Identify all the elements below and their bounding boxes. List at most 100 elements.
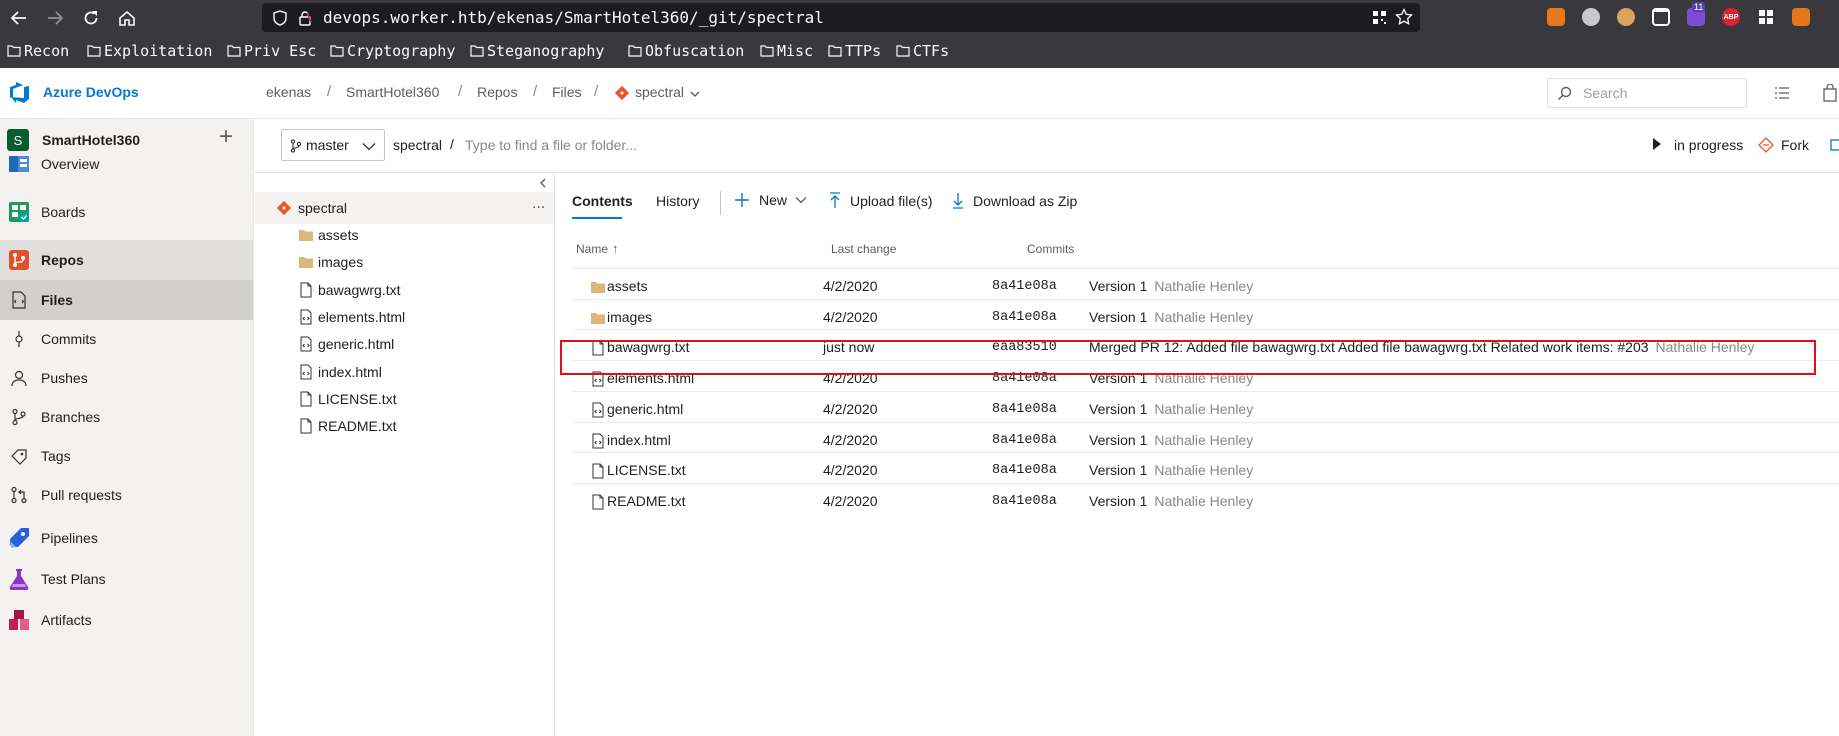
sidebar-item-label: Files [41, 292, 73, 308]
bookmark-exploitation[interactable]: Exploitation [87, 42, 212, 60]
sidebar-item-boards[interactable]: Boards [0, 192, 253, 232]
chevron-down-icon[interactable] [690, 90, 700, 98]
wappalyzer-extension-icon[interactable] [1617, 8, 1635, 26]
sidebar-item-overview[interactable]: Overview [0, 144, 253, 184]
tab-history[interactable]: History [656, 193, 700, 209]
commits-icon [10, 330, 28, 348]
breadcrumb-files[interactable]: Files [552, 84, 582, 100]
sort-ascending-icon[interactable]: ↑ [612, 241, 619, 256]
sidebar-item-test-plans[interactable]: Test Plans [0, 559, 253, 599]
sidebar-item-label: Test Plans [41, 571, 106, 587]
tree-item-label: elements.html [318, 308, 406, 325]
tree-item[interactable]: README.txt [255, 410, 554, 442]
pipelines-icon [8, 527, 30, 549]
commit-id-link[interactable]: 8a41e08a [992, 463, 1057, 478]
column-header-name[interactable]: Name [576, 242, 608, 256]
find-file-input[interactable]: Type to find a file or folder... [465, 137, 637, 153]
metamask-extension-icon[interactable] [1792, 8, 1810, 26]
sidebar-item-pipelines[interactable]: Pipelines [0, 518, 253, 558]
commit-message-link[interactable]: Version 1 Nathalie Henley [1089, 432, 1253, 448]
bookmark-cryptography[interactable]: Cryptography [330, 42, 455, 60]
top-bar: Azure DevOps ekenas / SmartHotel360 / Re… [0, 68, 1839, 119]
search-input[interactable]: Search [1547, 78, 1747, 108]
commit-message-link[interactable]: Version 1 Nathalie Henley [1089, 309, 1253, 325]
sidebar-item-artifacts[interactable]: Artifacts [0, 600, 253, 640]
breadcrumb-repos[interactable]: Repos [477, 84, 517, 100]
bookmark-ctfs[interactable]: CTFs [896, 42, 949, 60]
breadcrumb-org[interactable]: ekenas [266, 84, 311, 100]
breadcrumb-project[interactable]: SmartHotel360 [346, 84, 439, 100]
upload-files-button[interactable]: Upload file(s) [829, 192, 932, 209]
play-icon [1652, 138, 1662, 150]
clone-icon[interactable] [1830, 137, 1839, 153]
back-arrow-icon[interactable] [7, 6, 31, 30]
file-name-link[interactable]: index.html [607, 432, 671, 448]
cookie-extension-icon[interactable] [1582, 8, 1600, 26]
fork-button[interactable]: Fork [1781, 137, 1809, 153]
breadcrumb-repo[interactable]: spectral [635, 84, 684, 100]
commit-message-link[interactable]: Version 1 Nathalie Henley [1089, 462, 1253, 478]
fox-extension-icon[interactable] [1547, 8, 1565, 26]
adblock-extension-icon[interactable]: ABP [1722, 8, 1740, 26]
tab-contents[interactable]: Contents [572, 193, 633, 209]
path-repo[interactable]: spectral [393, 137, 442, 153]
commit-message-link[interactable]: Version 1 Nathalie Henley [1089, 278, 1253, 294]
new-button[interactable]: New [734, 192, 807, 208]
sidebar-item-commits[interactable]: Commits [0, 319, 253, 359]
sidebar-item-repos[interactable]: Repos [0, 240, 253, 280]
sidebar: S SmartHotel360 + Overview Boards Repos … [0, 119, 254, 736]
tab-underline [572, 217, 622, 219]
table-row[interactable]: README.txt 4/2/2020 8a41e08a Version 1 Natha… [572, 482, 1839, 519]
bookmark-obfuscation[interactable]: Obfuscation [628, 42, 744, 60]
list-settings-icon[interactable] [1774, 86, 1790, 100]
clipboard-extension-icon[interactable] [1652, 8, 1670, 26]
bookmark-star-icon[interactable] [1395, 8, 1413, 26]
commit-id-link[interactable]: 8a41e08a [992, 494, 1057, 509]
commit-message-link[interactable]: Version 1 Nathalie Henley [1089, 493, 1253, 509]
bookmark-steganography[interactable]: Steganography [470, 42, 604, 60]
commit-message-link[interactable]: Version 1 Nathalie Henley [1089, 401, 1253, 417]
folder-icon [7, 45, 21, 57]
sidebar-item-branches[interactable]: Branches [0, 397, 253, 437]
more-options-icon[interactable]: ... [532, 195, 545, 213]
commit-id-link[interactable]: 8a41e08a [992, 433, 1057, 448]
brand-title[interactable]: Azure DevOps [43, 84, 139, 100]
azure-devops-logo-icon[interactable] [8, 82, 30, 104]
commit-id-link[interactable]: 8a41e08a [992, 402, 1057, 417]
sidebar-item-tags[interactable]: Tags [0, 436, 253, 476]
file-icon [298, 418, 314, 434]
qr-code-icon[interactable] [1372, 10, 1387, 25]
column-header-last-change[interactable]: Last change [831, 242, 896, 256]
sidebar-item-files[interactable]: Files [0, 280, 253, 320]
commit-message: Version 1 [1089, 492, 1148, 509]
commit-id-link[interactable]: 8a41e08a [992, 310, 1057, 325]
folder-icon [896, 45, 910, 57]
file-name-link[interactable]: README.txt [607, 493, 686, 509]
file-name-link[interactable]: LICENSE.txt [607, 462, 686, 478]
column-header-commits[interactable]: Commits [1027, 242, 1074, 256]
forward-arrow-icon[interactable] [43, 6, 67, 30]
file-name-link[interactable]: assets [607, 278, 647, 294]
branch-selector[interactable]: master [281, 129, 385, 161]
sidebar-item-pushes[interactable]: Pushes [0, 358, 253, 398]
download-zip-button[interactable]: Download as Zip [952, 192, 1077, 209]
bookmark-ttps[interactable]: TTPs [828, 42, 881, 60]
home-icon[interactable] [115, 6, 139, 30]
sidebar-item-pull-requests[interactable]: Pull requests [0, 475, 253, 515]
bookmark-recon[interactable]: Recon [7, 42, 69, 60]
lock-icon[interactable] [298, 10, 312, 26]
url-bar[interactable]: devops.worker.htb/ekenas/SmartHotel360/_… [262, 3, 1420, 32]
pull-requests-icon [10, 486, 28, 504]
bookmark-misc[interactable]: Misc [760, 42, 813, 60]
commit-id-link[interactable]: 8a41e08a [992, 279, 1057, 294]
build-status[interactable]: in progress [1674, 137, 1743, 153]
extensions-puzzle-icon[interactable] [1757, 8, 1775, 26]
bookmark-priv-esc[interactable]: Priv Esc [227, 42, 316, 60]
file-name-link[interactable]: generic.html [607, 401, 683, 417]
url-text[interactable]: devops.worker.htb/ekenas/SmartHotel360/_… [323, 8, 824, 27]
file-name-link[interactable]: images [607, 309, 652, 325]
shopping-bag-icon[interactable] [1822, 84, 1838, 102]
shield-icon[interactable] [272, 10, 288, 26]
reload-icon[interactable] [79, 6, 103, 30]
collapse-chevron-icon[interactable] [539, 178, 547, 188]
